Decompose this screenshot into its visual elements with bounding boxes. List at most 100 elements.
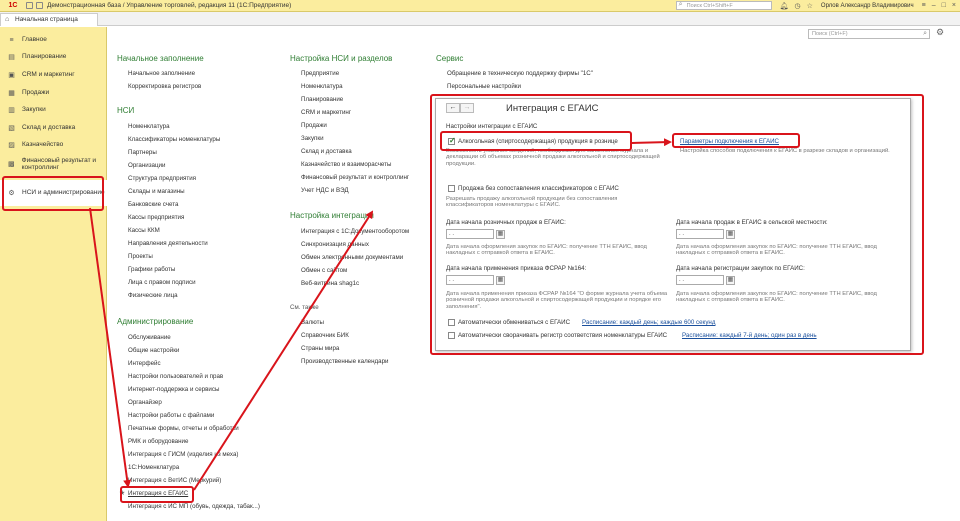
nav-link[interactable]: Персональные настройки xyxy=(447,83,521,90)
back-arrow-icon[interactable]: ← xyxy=(446,103,460,113)
nav-link[interactable]: Графики работы xyxy=(128,266,175,273)
auto-exchange-schedule-link[interactable]: Расписание: каждый день; каждые 600 секу… xyxy=(582,319,715,326)
nav-link[interactable]: Интеграция с ГИСМ (изделия из меха) xyxy=(128,451,238,458)
title-bar: 1С Демонстрационная база / Управление то… xyxy=(0,0,960,12)
nav-link[interactable]: Казначейство и взаиморасчеты xyxy=(301,161,391,168)
forward-arrow-icon[interactable]: → xyxy=(460,103,474,113)
history-clock-icon[interactable]: ◷ xyxy=(795,2,801,10)
nav-link[interactable]: Склад и доставка xyxy=(301,148,352,155)
menu-icon[interactable] xyxy=(26,2,33,9)
retail-start-date-input[interactable]: . . ▦ xyxy=(446,229,505,239)
page-search-input[interactable]: Поиск (Ctrl+F) xyxy=(808,29,930,39)
global-search-input[interactable]: Поиск Ctrl+Shift+F xyxy=(675,1,772,10)
auto-collapse-schedule-link[interactable]: Расписание: каждый 7-й день; один раз в … xyxy=(682,332,817,339)
nav-link[interactable]: Структура предприятия xyxy=(128,175,196,182)
tab-home[interactable]: ⌂ Начальная страница xyxy=(0,13,98,26)
sidebar-item-warehouse[interactable]: ▧ Склад и доставка xyxy=(0,120,107,136)
nav-link[interactable]: Обращение в техническую поддержку фирмы … xyxy=(447,70,593,77)
nav-link[interactable]: Синхронизация данных xyxy=(301,241,369,248)
nav-link[interactable]: Номенклатура xyxy=(301,83,343,90)
nav-link[interactable]: Учет НДС и ВЭД xyxy=(301,187,349,194)
calendar-icon[interactable]: ▦ xyxy=(496,230,505,239)
nav-link[interactable]: Лица с правом подписи xyxy=(128,279,196,286)
nav-link[interactable]: Продажи xyxy=(301,122,327,129)
nav-link[interactable]: Финансовый результат и контроллинг xyxy=(301,174,409,181)
minimize-icon[interactable]: – xyxy=(932,2,936,9)
auto-exchange-checkbox[interactable] xyxy=(448,319,455,326)
calendar-icon[interactable]: ▦ xyxy=(496,276,505,285)
close-icon[interactable]: × xyxy=(952,2,956,9)
nav-link[interactable]: Закупки xyxy=(301,135,324,142)
gear-icon[interactable]: ⚙ xyxy=(936,27,944,38)
purchase-reg-start-hint: Дата начала оформления закупок по ЕГАИС:… xyxy=(676,291,877,304)
auto-collapse-label[interactable]: Автоматически сворачивать регистр соотве… xyxy=(458,332,667,339)
nav-link[interactable]: Интеграция с ИС МП (обувь, одежда, табак… xyxy=(128,503,260,510)
no-classifier-label[interactable]: Продажа без сопоставления классификаторо… xyxy=(458,185,619,192)
sidebar-item-planning[interactable]: ▤ Планирование xyxy=(0,49,107,65)
rural-start-hint: Дата начала оформления закупок по ЕГАИС:… xyxy=(676,244,877,257)
sidebar-item-purchases[interactable]: ▥ Закупки xyxy=(0,102,107,118)
nav-link[interactable]: Интерфейс xyxy=(128,360,161,367)
nav-link[interactable]: Справочник БИК xyxy=(301,332,349,339)
alcohol-retail-checkbox[interactable] xyxy=(448,136,456,145)
star-icon[interactable]: ☆ xyxy=(807,2,813,10)
connection-params-link[interactable]: Параметры подключения к ЕГАИС xyxy=(680,138,779,145)
nav-link[interactable]: РМК и оборудование xyxy=(128,438,188,445)
nav-link[interactable]: CRM и маркетинг xyxy=(301,109,351,116)
nav-link[interactable]: Интернет-поддержка и сервисы xyxy=(128,386,219,393)
nav-link[interactable]: Настройки пользователей и прав xyxy=(128,373,223,380)
alcohol-retail-label[interactable]: Алкогольная (спиртосодержащая) продукция… xyxy=(458,138,618,145)
nav-link[interactable]: Предприятие xyxy=(301,70,339,77)
egais-dialog: ← → Интеграция с ЕГАИС Настройки интегра… xyxy=(435,98,911,351)
sidebar-item-treasury[interactable]: ▨ Казначейство xyxy=(0,137,107,153)
sidebar-item-main[interactable]: ≡ Главное xyxy=(0,32,107,48)
nav-link[interactable]: Органайзер xyxy=(128,399,162,406)
nav-link[interactable]: Банковские счета xyxy=(128,201,178,208)
nav-link[interactable]: Начальное заполнение xyxy=(128,70,195,77)
settings-icon[interactable]: ≡ xyxy=(922,2,926,9)
nav-link[interactable]: Обмен электронными документами xyxy=(301,254,403,261)
current-user[interactable]: Орлов Александр Владимирович xyxy=(821,3,914,9)
nav-link[interactable]: Интеграция с 1С:Документооборотом xyxy=(301,228,409,235)
nav-link[interactable]: Обслуживание xyxy=(128,334,171,341)
nav-link[interactable]: Физические лица xyxy=(128,292,178,299)
no-classifier-checkbox[interactable] xyxy=(448,185,455,192)
star-icon[interactable]: ★ xyxy=(119,489,125,497)
nav-link[interactable]: Страны мира xyxy=(301,345,339,352)
nav-link[interactable]: Производственные календари xyxy=(301,358,389,365)
sidebar-item-finance[interactable]: ▩ Финансовый результат и контроллинг xyxy=(0,155,107,173)
nav-link[interactable]: Классификаторы номенклатуры xyxy=(128,136,220,143)
calendar-icon[interactable]: ▦ xyxy=(726,276,735,285)
nav-link-egais[interactable]: Интеграция с ЕГАИС xyxy=(128,490,188,497)
nav-link[interactable]: Кассы предприятия xyxy=(128,214,184,221)
maximize-icon[interactable]: □ xyxy=(942,2,946,9)
bell-icon[interactable]: 🔔︎ xyxy=(780,2,789,10)
sidebar-item-nsi-admin[interactable]: ⚙ НСИ и администрирование xyxy=(0,180,107,206)
nav-link[interactable]: Печатные формы, отчеты и обработки xyxy=(128,425,239,432)
nav-link[interactable]: Организации xyxy=(128,162,165,169)
purchase-reg-start-date-input[interactable]: . . ▦ xyxy=(676,275,735,285)
nav-link[interactable]: Обмен с сайтом xyxy=(301,267,347,274)
nav-link[interactable]: Валюты xyxy=(301,319,324,326)
order-start-date-input[interactable]: . . ▦ xyxy=(446,275,505,285)
nav-link[interactable]: Номенклатура xyxy=(128,123,170,130)
nav-link[interactable]: Направления деятельности xyxy=(128,240,208,247)
nav-link[interactable]: 1С:Номенклатура xyxy=(128,464,179,471)
nav-link[interactable]: Планирование xyxy=(301,96,343,103)
auto-exchange-label[interactable]: Автоматически обмениваться с ЕГАИС xyxy=(458,319,570,326)
sidebar-item-sales[interactable]: ▦ Продажи xyxy=(0,85,107,101)
nav-link[interactable]: Проекты xyxy=(128,253,153,260)
nav-link[interactable]: Общие настройки xyxy=(128,347,179,354)
nav-link[interactable]: Кассы ККМ xyxy=(128,227,160,234)
nav-link[interactable]: Веб-витрина shag1c xyxy=(301,280,359,287)
calendar-icon[interactable]: ▦ xyxy=(726,230,735,239)
rural-start-date-input[interactable]: . . ▦ xyxy=(676,229,735,239)
nav-link[interactable]: Интеграция с ВетИС (Меркурий) xyxy=(128,477,221,484)
nav-link[interactable]: Корректировка регистров xyxy=(128,83,201,90)
history-icon[interactable] xyxy=(36,2,43,9)
auto-collapse-checkbox[interactable] xyxy=(448,332,455,339)
nav-link[interactable]: Партнеры xyxy=(128,149,157,156)
nav-link[interactable]: Склады и магазины xyxy=(128,188,185,195)
nav-link[interactable]: Настройки работы с файлами xyxy=(128,412,214,419)
sidebar-item-crm[interactable]: ▣ CRM и маркетинг xyxy=(0,67,107,83)
